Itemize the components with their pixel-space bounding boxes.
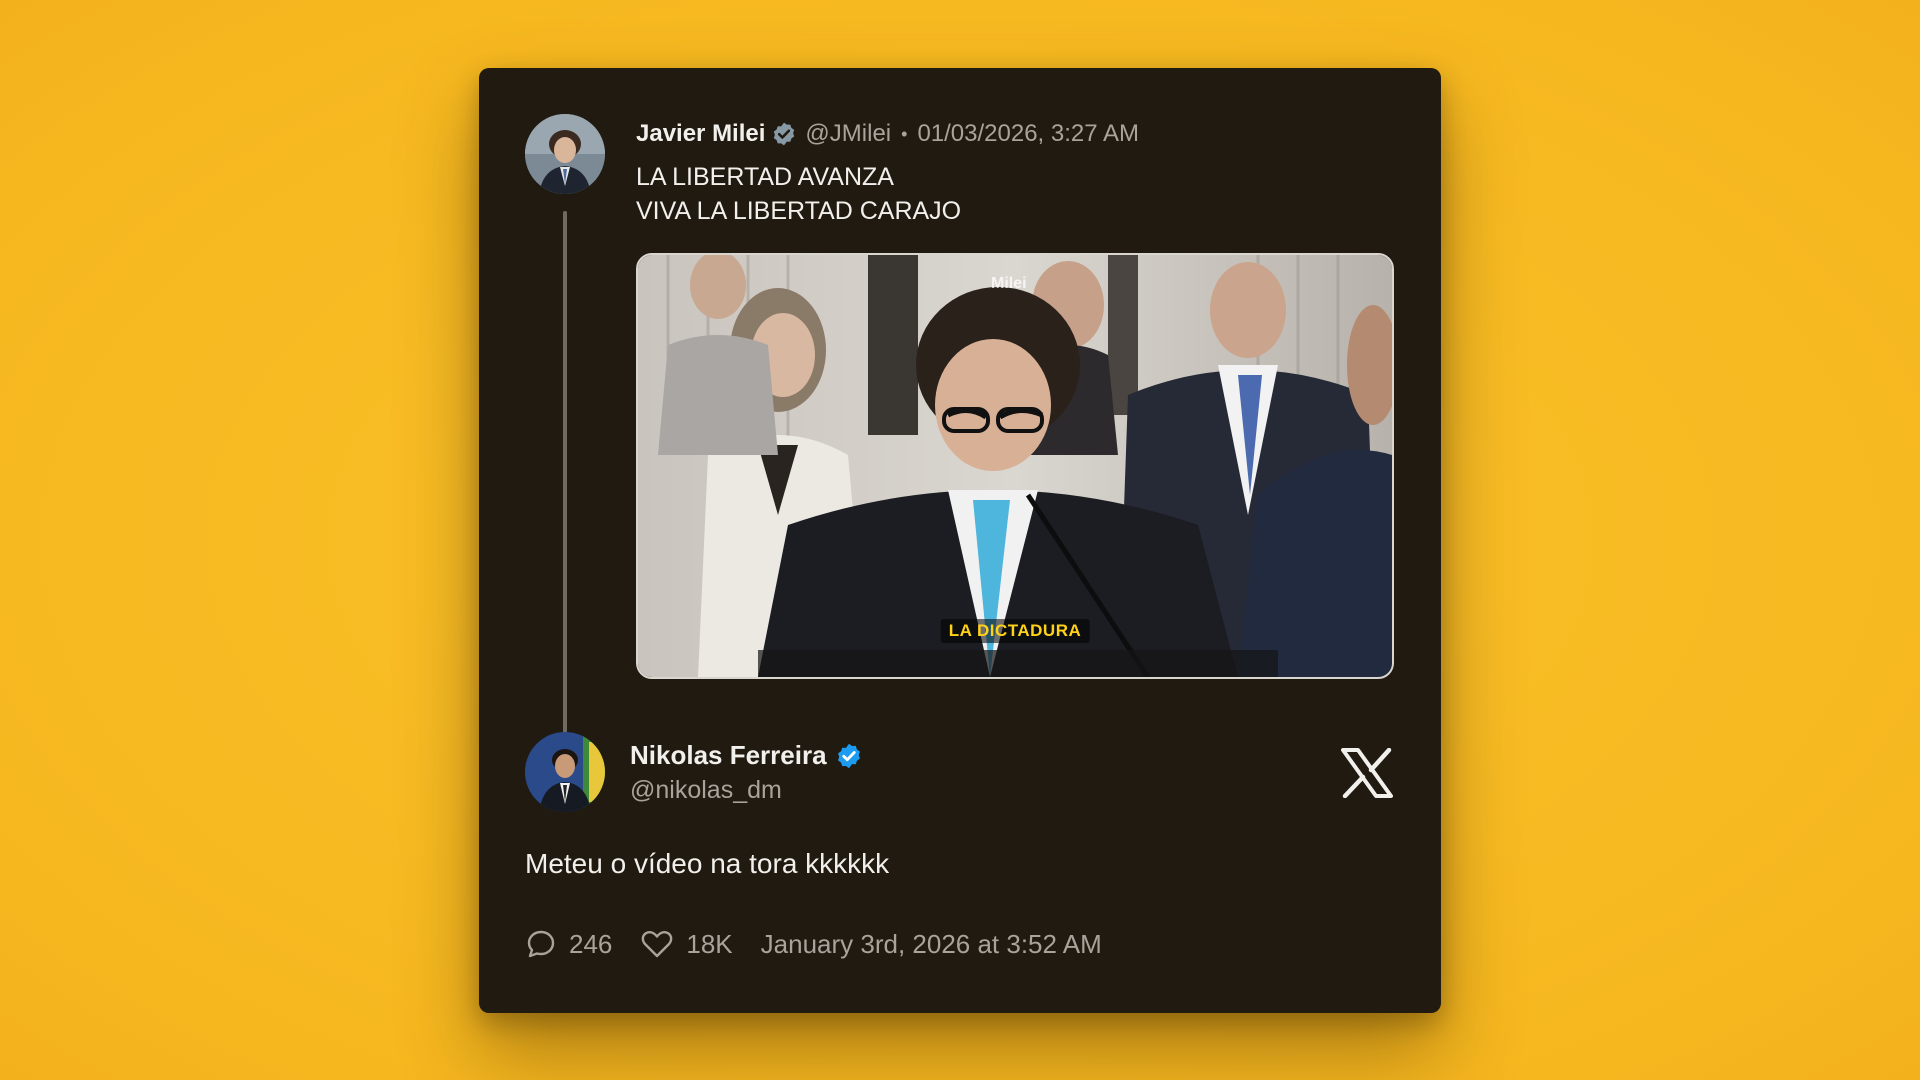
video-frame xyxy=(638,255,1392,677)
speech-bubble-icon xyxy=(527,930,555,958)
video-watermark: Milei xyxy=(991,275,1027,292)
quoted-avatar[interactable] xyxy=(525,114,605,194)
author-name-row: Nikolas Ferreira xyxy=(630,740,871,771)
quoted-header: Javier Milei @JMilei • 01/03/2026, 3:27 … xyxy=(636,118,1139,150)
thread-line xyxy=(563,211,567,784)
tweet-card[interactable]: Javier Milei @JMilei • 01/03/2026, 3:27 … xyxy=(479,68,1441,1013)
reply-count: 246 xyxy=(569,928,613,959)
author-avatar[interactable] xyxy=(525,732,605,812)
x-logo-icon[interactable] xyxy=(1341,748,1393,798)
quoted-author-handle[interactable]: @JMilei xyxy=(805,120,891,148)
heart-icon xyxy=(642,930,673,958)
verified-badge-icon xyxy=(774,122,795,146)
tweet-text: Meteu o vídeo na tora kkkkkk xyxy=(525,848,890,879)
verified-badge-icon xyxy=(837,743,860,768)
quoted-text: LA LIBERTAD AVANZA VIVA LA LIBERTAD CARA… xyxy=(636,160,961,228)
like-count: 18K xyxy=(686,928,733,959)
author-name[interactable]: Nikolas Ferreira xyxy=(630,740,827,771)
like-stat[interactable]: 18K xyxy=(640,928,733,960)
tweet-footer: 246 18K January 3rd, 2026 at 3:52 AM xyxy=(525,926,1102,962)
quoted-timestamp[interactable]: 01/03/2026, 3:27 AM xyxy=(917,120,1139,148)
video-caption: LA DICTADURA xyxy=(940,619,1090,643)
quoted-text-line-1: LA LIBERTAD AVANZA xyxy=(636,163,894,191)
quoted-author-name[interactable]: Javier Milei xyxy=(636,120,765,148)
quoted-text-line-2: VIVA LA LIBERTAD CARAJO xyxy=(636,197,962,225)
author-handle[interactable]: @nikolas_dm xyxy=(630,776,782,805)
background: Javier Milei @JMilei • 01/03/2026, 3:27 … xyxy=(0,0,1920,1080)
quoted-video[interactable]: Milei LA DICTADURA xyxy=(636,253,1394,679)
separator-dot: • xyxy=(901,123,908,144)
tweet-date[interactable]: January 3rd, 2026 at 3:52 AM xyxy=(761,929,1102,960)
reply-stat[interactable]: 246 xyxy=(525,928,612,960)
